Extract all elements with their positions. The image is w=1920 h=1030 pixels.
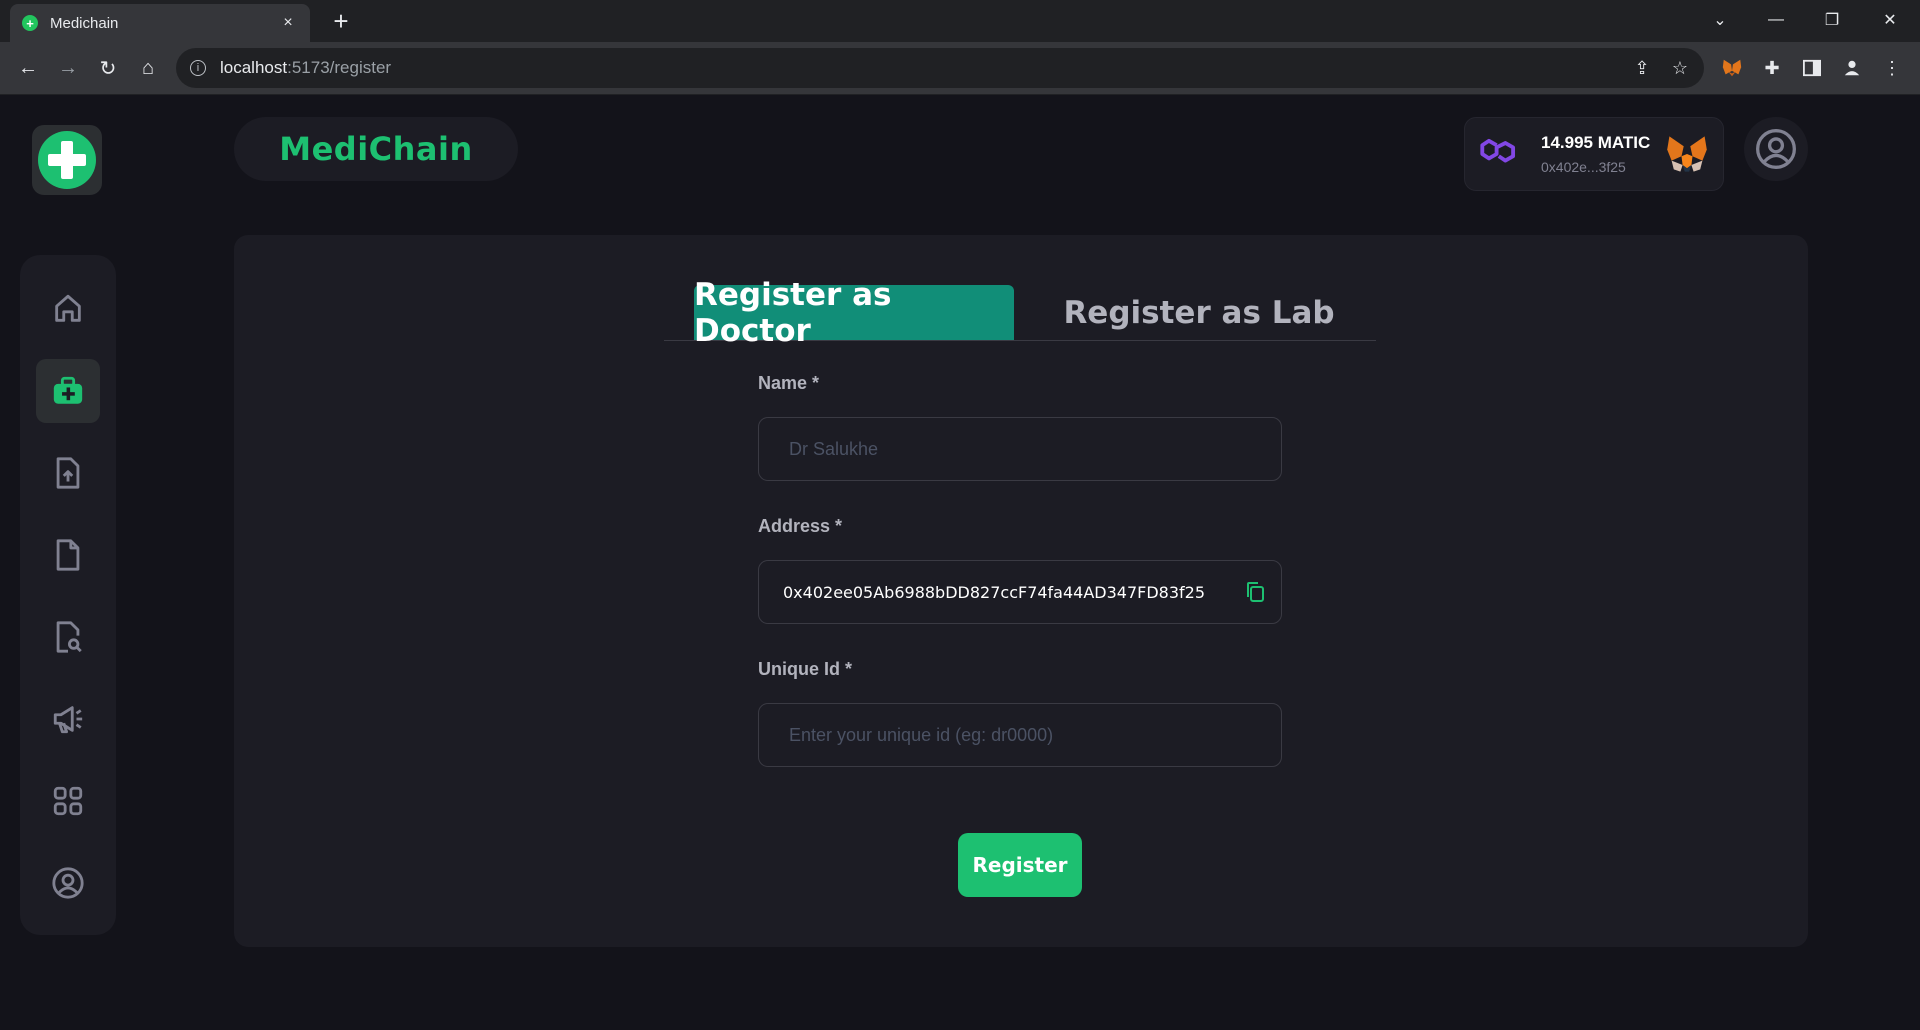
restore-window-button[interactable]: ❐ [1804,0,1860,40]
register-card: Register as Doctor Register as Lab Name … [234,235,1808,947]
wallet-address: 0x402e...3f25 [1541,159,1626,175]
medichain-favicon-icon: + [22,15,38,31]
minimize-window-button[interactable]: — [1748,0,1804,40]
extensions-puzzle-icon[interactable]: ✚ [1760,56,1784,80]
address-label: Address * [758,516,843,536]
browser-tabbar: + Medichain × + ⌄ — ❐ ✕ [0,0,1920,42]
address-value: 0x402ee05Ab6988bDD827ccF74fa44AD347FD83f… [783,582,1206,602]
browser-profile-icon[interactable] [1840,56,1864,80]
user-circle-icon [52,867,84,899]
sidebar-item-upload[interactable] [36,441,100,505]
browser-toolbar: ← → ↻ ⌂ i localhost:5173/register ⇪ ☆ ✚ … [0,42,1920,94]
back-icon[interactable]: ← [12,52,44,84]
metamask-extension-icon[interactable] [1720,56,1744,80]
register-button[interactable]: Register [958,833,1082,897]
wallet-balance: 14.995 MATIC [1541,133,1651,152]
file-search-icon [56,621,82,653]
site-info-icon[interactable]: i [190,60,206,76]
register-tabs: Register as Doctor Register as Lab [664,277,1376,349]
address-bar[interactable]: i localhost:5173/register ⇪ ☆ [176,48,1704,88]
sidebar [20,255,116,935]
medichain-logo-icon [38,131,96,189]
close-tab-icon[interactable]: × [278,14,298,32]
tab-search-icon[interactable]: ⌄ [1692,0,1748,40]
bookmark-star-icon[interactable]: ☆ [1670,58,1690,78]
sidebar-item-announcements[interactable] [36,687,100,751]
brand-pill: MediChain [234,117,518,181]
tab-register-doctor[interactable]: Register as Doctor [694,277,1014,349]
sidebar-item-search-file[interactable] [36,605,100,669]
sidebar-item-profile[interactable] [36,851,100,915]
copy-icon[interactable] [1243,580,1267,604]
tab-title: Medichain [50,14,119,32]
profile-avatar-icon [1756,129,1796,169]
sidebar-item-doctor[interactable] [36,359,100,423]
polygon-matic-icon [1480,138,1516,163]
unique-id-label: Unique Id * [758,659,852,679]
unique-id-input[interactable] [789,724,1251,746]
grid-icon [53,786,83,816]
sidebar-item-file[interactable] [36,523,100,587]
brand-title: MediChain [279,130,473,168]
tab-register-lab[interactable]: Register as Lab [1054,285,1344,340]
medical-kit-icon [53,376,83,404]
file-upload-icon [56,457,80,489]
home-browser-icon[interactable]: ⌂ [132,52,164,84]
home-icon [55,294,81,322]
profile-button[interactable] [1744,117,1808,181]
new-tab-button[interactable]: + [326,6,356,36]
address-field: 0x402ee05Ab6988bDD827ccF74fa44AD347FD83f… [758,560,1282,624]
close-window-button[interactable]: ✕ [1862,0,1918,40]
name-input[interactable] [789,438,1251,460]
app-root: MediChain 14.995 MATIC 0x402e...3f25 Reg… [0,95,1920,1030]
logo-button[interactable] [32,125,102,195]
metamask-fox-icon [1667,136,1707,172]
sidebar-item-dashboard[interactable] [36,769,100,833]
side-panel-icon[interactable] [1800,56,1824,80]
name-field [758,417,1282,481]
file-icon [56,539,80,571]
forward-icon[interactable]: → [52,52,84,84]
unique-id-field [758,703,1282,767]
browser-tab[interactable]: + Medichain × [10,4,310,42]
name-label: Name * [758,373,820,393]
megaphone-icon [53,706,83,734]
url-path: :5173/register [287,58,392,77]
sidebar-item-home[interactable] [36,277,100,341]
share-icon[interactable]: ⇪ [1632,58,1652,78]
reload-icon[interactable]: ↻ [92,52,124,84]
url-host: localhost [220,58,288,77]
browser-menu-icon[interactable]: ⋮ [1880,56,1904,80]
wallet-widget[interactable]: 14.995 MATIC 0x402e...3f25 [1464,117,1724,191]
